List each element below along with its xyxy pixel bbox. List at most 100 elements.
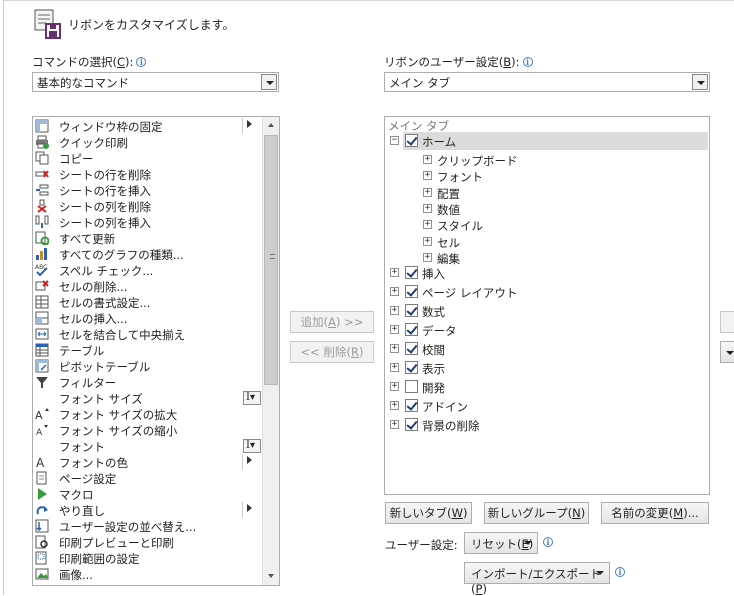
- command-list-item[interactable]: A フォント サイズの拡大: [33, 406, 263, 422]
- command-list-item[interactable]: ページ設定: [33, 470, 263, 486]
- tab-checkbox[interactable]: [405, 342, 418, 355]
- command-list-item[interactable]: マクロ: [33, 486, 263, 502]
- chevron-down-icon[interactable]: [692, 74, 708, 90]
- scrollbar-thumb[interactable]: [264, 135, 278, 385]
- tree-group[interactable]: + セル: [385, 233, 705, 251]
- command-list-item[interactable]: セルの書式設定...: [33, 294, 263, 310]
- tab-checkbox[interactable]: [405, 418, 418, 431]
- new-group-button[interactable]: 新しいグループ(N): [484, 502, 589, 524]
- expand-icon[interactable]: +: [390, 306, 399, 315]
- sort-icon: [35, 519, 49, 533]
- commands-combo[interactable]: 基本的なコマンド: [32, 72, 279, 92]
- expand-icon[interactable]: +: [390, 363, 399, 372]
- move-down-button[interactable]: [720, 341, 734, 363]
- new-tab-button[interactable]: 新しいタブ(W): [385, 502, 472, 524]
- spelling-icon: ABC: [35, 264, 48, 277]
- expand-icon[interactable]: +: [423, 203, 432, 213]
- add-button[interactable]: 追加(A) >>: [290, 311, 374, 333]
- command-list-item[interactable]: すべて更新: [33, 230, 263, 246]
- tree-group[interactable]: + スタイル: [385, 216, 705, 234]
- expand-icon[interactable]: +: [423, 236, 432, 246]
- tab-checkbox[interactable]: [405, 380, 418, 393]
- command-list-item[interactable]: フォント サイズ I▾: [33, 390, 263, 406]
- tree-tab[interactable]: + 開発: [385, 378, 705, 396]
- insert-row-icon: [36, 184, 49, 196]
- move-up-button[interactable]: [720, 311, 734, 333]
- tree-group[interactable]: + 配置: [385, 184, 705, 202]
- command-list-item[interactable]: シートの行を削除: [33, 166, 263, 182]
- info-icon[interactable]: i: [543, 537, 553, 547]
- command-list[interactable]: ウィンドウ枠の固定 クイック印刷 コピー シートの行を削除 シートの行を挿入 シートの列を…: [32, 116, 280, 586]
- command-list-item[interactable]: クイック印刷: [33, 134, 263, 150]
- command-list-item[interactable]: セルの挿入...: [33, 310, 263, 326]
- ribbon-tree[interactable]: メイン タブ − ホーム + クリップボード + フォント + 配置 + 数値 + スタイル + セル + 編…: [384, 116, 710, 495]
- tree-tab[interactable]: + ページ レイアウト: [385, 283, 705, 301]
- command-list-item[interactable]: シートの列を挿入: [33, 214, 263, 230]
- command-list-item[interactable]: すべてのグラフの種類...: [33, 246, 263, 262]
- scroll-up-icon[interactable]: [263, 117, 279, 134]
- command-list-item[interactable]: ABC スペル チェック...: [33, 262, 263, 278]
- tree-tab-home[interactable]: − ホーム: [390, 132, 708, 150]
- tab-checkbox[interactable]: [405, 285, 418, 298]
- remove-button[interactable]: << 削除(R): [290, 341, 374, 363]
- ribbon-combo[interactable]: メイン タブ: [384, 72, 710, 92]
- command-list-item[interactable]: フィルター: [33, 374, 263, 390]
- command-list-item[interactable]: シートの行を挿入: [33, 182, 263, 198]
- tree-tab[interactable]: + 数式: [385, 302, 705, 320]
- info-icon[interactable]: i: [615, 567, 625, 577]
- command-list-item[interactable]: ユーザー設定の並べ替え...: [33, 518, 263, 534]
- scroll-down-icon[interactable]: [263, 568, 279, 585]
- tab-checkbox[interactable]: [405, 361, 418, 374]
- command-list-item[interactable]: シートの列を削除: [33, 198, 263, 214]
- command-list-item[interactable]: セルを結合して中央揃え: [33, 326, 263, 342]
- expand-icon[interactable]: +: [423, 220, 432, 230]
- command-list-item[interactable]: コピー: [33, 150, 263, 166]
- expand-icon[interactable]: +: [390, 401, 399, 410]
- command-list-item[interactable]: やり直し: [33, 502, 263, 518]
- command-list-item[interactable]: A フォントの色: [33, 454, 263, 470]
- command-list-item[interactable]: ピボットテーブル: [33, 358, 263, 374]
- command-list-item[interactable]: テーブル: [33, 342, 263, 358]
- tab-checkbox[interactable]: [405, 323, 418, 336]
- tree-tab[interactable]: + 挿入: [385, 264, 705, 282]
- command-list-item[interactable]: 画像...: [33, 566, 263, 582]
- command-list-item[interactable]: A フォント サイズの縮小: [33, 422, 263, 438]
- reset-button[interactable]: リセット(E): [464, 532, 538, 554]
- tree-tab[interactable]: + アドイン: [385, 397, 705, 415]
- command-list-item[interactable]: 印刷プレビューと印刷: [33, 534, 263, 550]
- command-label: フォント サイズの拡大: [59, 408, 178, 422]
- collapse-icon[interactable]: −: [390, 136, 399, 145]
- command-list-item[interactable]: ウィンドウ枠の固定: [33, 118, 263, 134]
- tree-tab[interactable]: + 表示: [385, 359, 705, 377]
- expand-icon[interactable]: +: [423, 187, 432, 197]
- expand-icon[interactable]: +: [390, 325, 399, 334]
- tree-tab[interactable]: + 校閲: [385, 340, 705, 358]
- tree-tab[interactable]: + 背景の削除: [385, 416, 705, 434]
- info-icon[interactable]: i: [522, 57, 533, 67]
- chevron-down-icon[interactable]: [261, 74, 277, 90]
- import-export-button[interactable]: インポート/エクスポート(P): [464, 562, 610, 596]
- command-list-item[interactable]: 印刷範囲の設定: [33, 550, 263, 566]
- expand-icon[interactable]: +: [390, 420, 399, 429]
- expand-icon[interactable]: +: [423, 155, 432, 164]
- command-list-item[interactable]: フォント I▾: [33, 438, 263, 454]
- tab-checkbox[interactable]: [405, 134, 418, 147]
- command-list-scrollbar[interactable]: [262, 117, 279, 585]
- tab-checkbox[interactable]: [405, 266, 418, 279]
- expand-icon[interactable]: +: [423, 252, 432, 262]
- delete-column-icon: [37, 199, 47, 213]
- rename-button[interactable]: 名前の変更(M)...: [601, 502, 709, 524]
- command-list-item[interactable]: セルの削除...: [33, 278, 263, 294]
- expand-icon[interactable]: +: [390, 287, 399, 296]
- info-icon[interactable]: i: [136, 57, 147, 67]
- tree-group[interactable]: + 数値: [385, 200, 705, 218]
- expand-icon[interactable]: +: [390, 382, 399, 391]
- tree-tab[interactable]: + データ: [385, 321, 705, 339]
- tree-group[interactable]: + フォント: [385, 167, 705, 185]
- expand-icon[interactable]: +: [423, 171, 432, 181]
- tab-checkbox[interactable]: [405, 399, 418, 412]
- tree-group[interactable]: + クリップボード: [385, 151, 705, 169]
- expand-icon[interactable]: +: [390, 344, 399, 353]
- tab-checkbox[interactable]: [405, 304, 418, 317]
- expand-icon[interactable]: +: [390, 268, 399, 277]
